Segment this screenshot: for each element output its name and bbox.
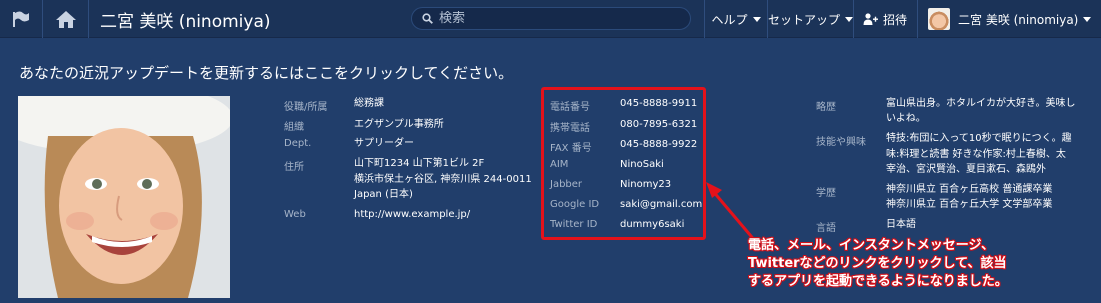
aim-label: AIM — [550, 159, 569, 170]
title-value: 総務課 — [354, 98, 384, 109]
setup-menu-label: セットアップ — [768, 12, 841, 27]
language-label: 言語 — [816, 223, 836, 234]
callout-arrow — [706, 182, 758, 243]
add-user-icon — [863, 13, 878, 25]
org-label: 組織 — [284, 122, 304, 133]
callout-line-2: Twitterなどのリンクをクリックして、該当 — [748, 256, 1007, 271]
org-value: エグザンプル事務所 — [354, 119, 444, 130]
google-id-label: Google ID — [550, 199, 600, 210]
invite-label: 招待 — [882, 12, 907, 27]
profile-photo — [18, 96, 230, 298]
address-line-2: 横浜市保土ヶ谷区, 神奈川県 244-0011 — [354, 174, 532, 185]
account-menu[interactable]: 二宮 美咲 (ninomiya) — [918, 0, 1098, 38]
help-menu-label: ヘルプ — [711, 12, 748, 27]
profile-photo-image — [18, 96, 230, 298]
bio-line-2: いよね。 — [886, 113, 926, 124]
address-line-3: Japan (日本) — [354, 189, 413, 200]
status-update-link[interactable]: あなたの近況アップデートを更新するにはここをクリックしてください。 — [19, 62, 513, 83]
page-title: 二宮 美咲 (ninomiya) — [100, 11, 271, 32]
setup-menu[interactable]: セットアップ — [768, 0, 853, 38]
search-icon — [422, 13, 433, 24]
education-label: 学歴 — [816, 188, 836, 199]
caret-down-icon — [1083, 16, 1092, 22]
mobile-label: 携帯電話 — [550, 123, 590, 134]
dept-label: Dept. — [284, 138, 312, 149]
jabber-label: Jabber — [550, 179, 583, 190]
twitter-id-link[interactable]: dummy6saki — [620, 217, 684, 233]
title-label: 役職/所属 — [284, 102, 328, 113]
phone-label: 電話番号 — [550, 102, 590, 113]
avatar — [928, 8, 950, 30]
top-navigation-bar: 二宮 美咲 (ninomiya) ヘルプ セットアップ 招待 二宮 美咲 (ni… — [0, 0, 1101, 38]
flag-button[interactable] — [0, 0, 42, 38]
education-line-2: 神奈川県立 百合ヶ丘大学 文学部卒業 — [886, 199, 1053, 210]
language-value: 日本語 — [886, 219, 916, 230]
account-name: 二宮 美咲 (ninomiya) — [958, 12, 1079, 27]
fax-link[interactable]: 045-8888-9922 — [620, 137, 697, 153]
callout-line-1: 電話、メール、インスタントメッセージ、 — [748, 238, 995, 253]
caret-down-icon — [752, 16, 761, 22]
skills-line-2: 味:料理と読書 好きな作家:村上春樹、太 — [886, 149, 1066, 160]
home-button[interactable] — [43, 0, 88, 38]
caret-down-icon — [845, 16, 853, 22]
mobile-link[interactable]: 080-7895-6321 — [620, 117, 697, 133]
bio-line-1: 富山県出身。ホタルイカが大好き。美味し — [886, 98, 1076, 109]
invite-button[interactable]: 招待 — [854, 0, 916, 38]
address-line-1: 山下町1234 山下第1ビル 2F — [354, 158, 485, 169]
web-label: Web — [284, 209, 306, 220]
web-link[interactable]: http://www.example.jp/ — [354, 207, 470, 223]
google-id-link[interactable]: saki@gmail.com — [620, 197, 702, 213]
skills-line-1: 特技:布団に入って10秒で眠りにつく。趣 — [886, 133, 1072, 144]
search-box[interactable] — [411, 7, 691, 30]
phone-link[interactable]: 045-8888-9911 — [620, 96, 697, 112]
search-input[interactable] — [439, 11, 679, 26]
address-label: 住所 — [284, 162, 304, 173]
flag-icon — [13, 11, 29, 27]
jabber-link[interactable]: Ninomy23 — [620, 177, 671, 193]
skills-label: 技能や興味 — [816, 137, 866, 148]
fax-label: FAX 番号 — [550, 143, 592, 154]
twitter-id-label: Twitter ID — [550, 219, 598, 230]
dept-value: サプリーダー — [354, 138, 414, 149]
skills-line-3: 宰治、宮沢賢治、夏目漱石、森鴎外 — [886, 164, 1046, 175]
education-line-1: 神奈川県立 百合ヶ丘高校 普通課卒業 — [886, 184, 1053, 195]
callout-line-3: するアプリを起動できるようになりました。 — [748, 274, 1008, 289]
help-menu[interactable]: ヘルプ — [705, 0, 767, 38]
annotation-callout: 電話、メール、インスタントメッセージ、 Twitterなどのリンクをクリックして… — [748, 237, 1048, 291]
bio-label: 略歴 — [816, 102, 836, 113]
aim-link[interactable]: NinoSaki — [620, 157, 664, 173]
home-icon — [55, 10, 76, 28]
